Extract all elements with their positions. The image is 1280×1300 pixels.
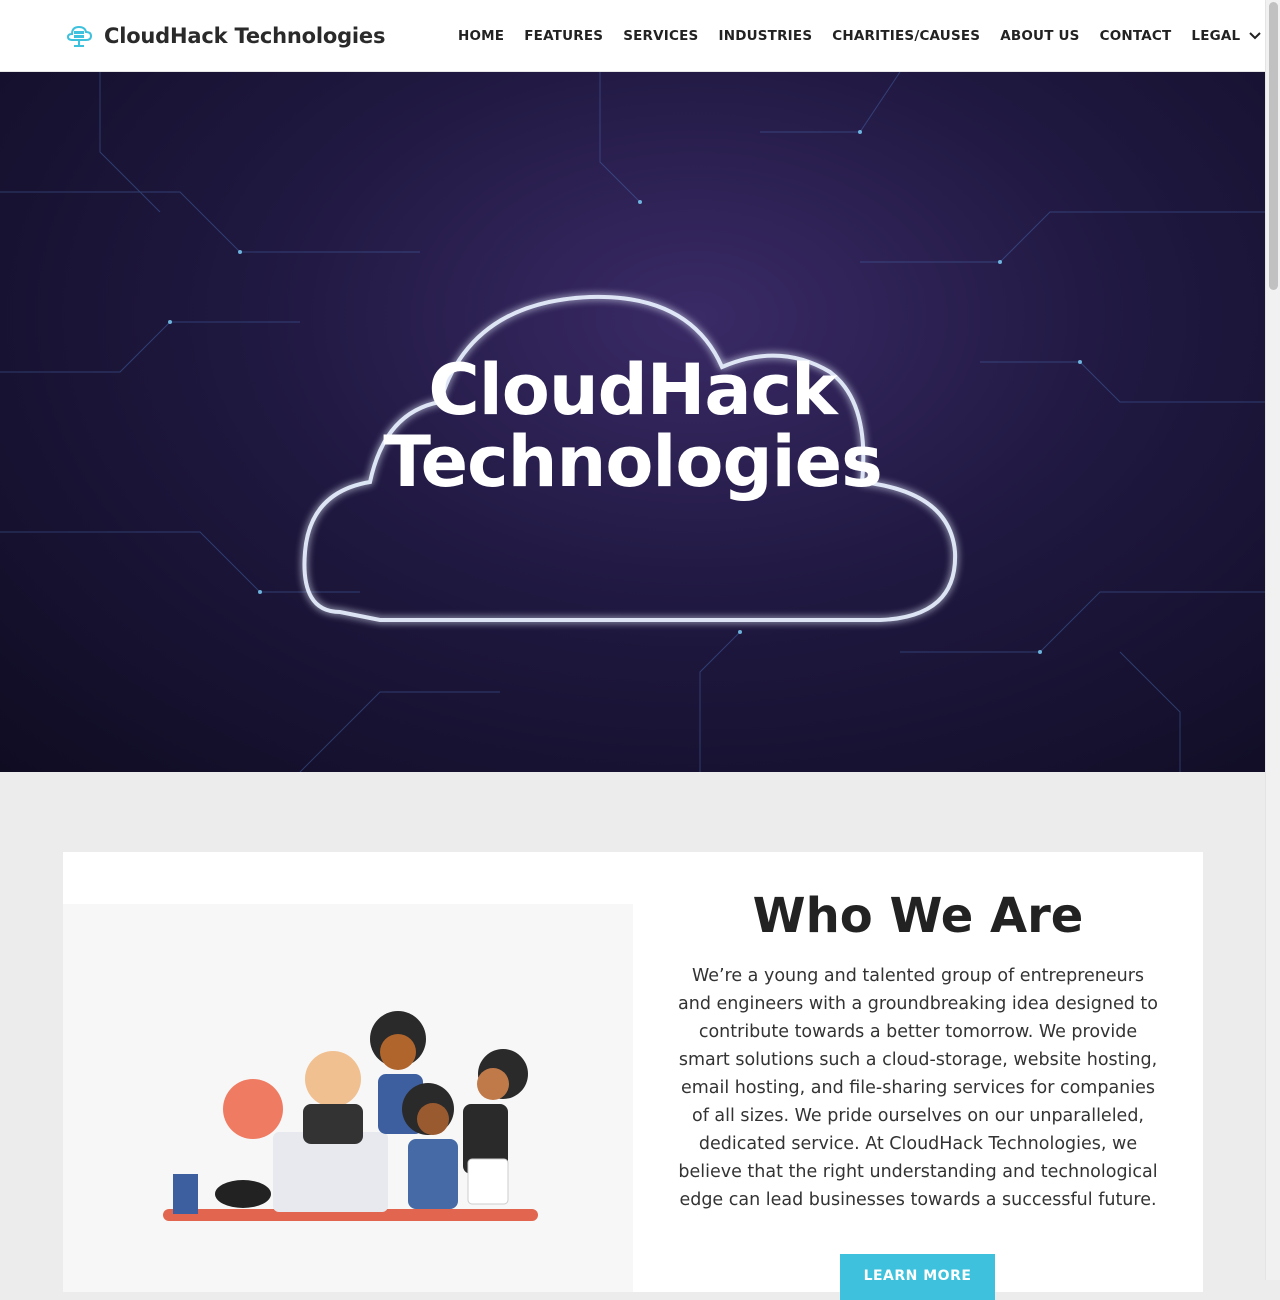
main-nav: HOME FEATURES SERVICES INDUSTRIES CHARIT… (448, 0, 1272, 72)
scrollbar-thumb[interactable] (1269, 2, 1278, 290)
nav-contact[interactable]: CONTACT (1090, 28, 1182, 44)
site-header: CloudHack Technologies HOME FEATURES SER… (0, 0, 1265, 72)
nav-legal-label: LEGAL (1191, 28, 1241, 44)
nav-home[interactable]: HOME (448, 28, 514, 44)
nav-features[interactable]: FEATURES (514, 28, 613, 44)
hero-title: CloudHack Technologies (0, 354, 1265, 498)
who-we-are-section: Who We Are We’re a young and talented gr… (63, 852, 1203, 1300)
chevron-down-icon (1249, 32, 1262, 40)
hero-banner: CloudHack Technologies (0, 72, 1265, 772)
page-scrollbar[interactable] (1265, 0, 1280, 1280)
cloud-server-icon (66, 25, 93, 47)
nav-services[interactable]: SERVICES (613, 28, 708, 44)
nav-about[interactable]: ABOUT US (990, 28, 1089, 44)
nav-industries[interactable]: INDUSTRIES (708, 28, 822, 44)
brand-name: CloudHack Technologies (104, 24, 386, 48)
learn-more-button[interactable]: LEARN MORE (840, 1254, 995, 1300)
hero-title-line-1: CloudHack (428, 349, 837, 431)
nav-charities[interactable]: CHARITIES/CAUSES (822, 28, 990, 44)
team-illustration (63, 904, 633, 1292)
nav-legal-dropdown[interactable]: LEGAL (1181, 28, 1272, 44)
brand[interactable]: CloudHack Technologies (64, 20, 385, 52)
section-description: We’re a young and talented group of entr… (678, 966, 1158, 1210)
hero-title-line-2: Technologies (383, 421, 883, 503)
section-title: Who We Are (752, 888, 1084, 944)
